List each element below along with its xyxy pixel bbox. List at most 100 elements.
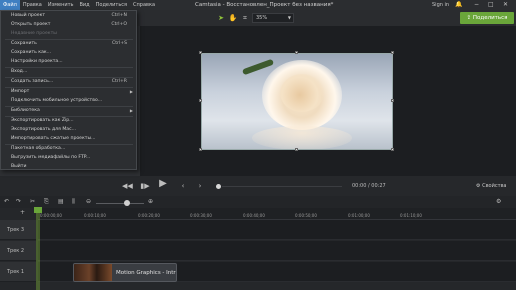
resize-handle[interactable] xyxy=(295,51,298,54)
resize-handle[interactable] xyxy=(391,99,394,102)
track-header-3[interactable]: Трек 3 xyxy=(0,220,36,240)
resize-handle[interactable] xyxy=(199,99,202,102)
timeline-clip[interactable]: Motion Graphics - Intr xyxy=(73,263,177,282)
menu-item-sign-in[interactable]: Вход... xyxy=(1,68,137,76)
notification-bell-icon[interactable]: 🔔 xyxy=(455,0,462,10)
play-frame-icon[interactable]: ▮▶ xyxy=(140,181,150,191)
track-lane-3[interactable] xyxy=(38,220,516,240)
resize-handle[interactable] xyxy=(295,148,298,151)
menu-item-save-as[interactable]: Сохранить как... xyxy=(1,49,137,57)
camtasia-window: Файл Правка Изменить Вид Поделиться Спра… xyxy=(0,0,516,290)
rose-center xyxy=(280,74,324,112)
resize-handle[interactable] xyxy=(391,148,394,151)
sign-in-link[interactable]: Sign in xyxy=(432,0,449,10)
redo-icon[interactable]: ↷ xyxy=(16,198,21,206)
menu-item-label: Сохранить как... xyxy=(11,50,52,55)
minimize-icon[interactable]: − xyxy=(474,0,479,10)
step-back-icon[interactable]: ◀◀ xyxy=(122,181,133,191)
resize-handle[interactable] xyxy=(391,51,394,54)
menu-item-recent-projects: Недавние проекты xyxy=(1,30,137,38)
ruler-tick: 0:01:00;00 xyxy=(348,213,370,218)
menu-item-export-mac[interactable]: Экспортировать для Mac... xyxy=(1,126,137,134)
menu-item-export-zip[interactable]: Экспортировать как Zip... xyxy=(1,117,137,125)
paste-icon[interactable]: ▤ xyxy=(58,198,64,206)
menu-item-new-recording[interactable]: Создать запись... Ctrl+R xyxy=(1,78,137,86)
zoom-out-icon[interactable]: ⊖ xyxy=(86,198,91,206)
menu-item-label: Подключить мобильное устройство... xyxy=(11,98,103,103)
zoom-select[interactable]: 35% ▼ xyxy=(252,13,294,23)
crop-icon[interactable]: ⌗ xyxy=(240,13,250,23)
timecode: 00:00 / 00:27 xyxy=(352,181,386,191)
menu-item-label: Вход... xyxy=(11,69,28,74)
menu-item-label: Выйти xyxy=(11,164,27,169)
share-button[interactable]: ⇪ Поделиться xyxy=(460,12,514,24)
copy-icon[interactable]: ⎘ xyxy=(44,198,49,206)
close-icon[interactable]: ✕ xyxy=(503,0,508,10)
next-icon[interactable]: › xyxy=(195,181,205,191)
menu-item-label: Недавние проекты xyxy=(11,31,57,36)
menu-item-label: Новый проект xyxy=(11,13,46,18)
menu-item-shortcut: Ctrl+N xyxy=(111,13,127,18)
menu-item-open-project[interactable]: Открыть проект Ctrl+O xyxy=(1,21,137,29)
playhead-handle[interactable] xyxy=(34,207,42,213)
chevron-down-icon: ▼ xyxy=(287,15,291,20)
track-header-2[interactable]: Трек 2 xyxy=(0,241,36,261)
menu-item-upload-ftp[interactable]: Выгрузить медиафайлы по FTP... xyxy=(1,154,137,162)
undo-icon[interactable]: ↶ xyxy=(4,198,9,206)
menu-item-save[interactable]: Сохранить Ctrl+S xyxy=(1,40,137,48)
pan-hand-icon[interactable]: ✋ xyxy=(228,13,238,23)
resize-handle[interactable] xyxy=(199,51,202,54)
menu-item-label: Сохранить xyxy=(11,41,37,46)
timecode-separator: / xyxy=(368,183,370,189)
add-track-icon[interactable]: + xyxy=(20,209,25,217)
zoom-in-icon[interactable]: ⊕ xyxy=(148,198,153,206)
menu-item-batch-production[interactable]: Пакетная обработка... xyxy=(1,145,137,153)
scrubber-handle[interactable] xyxy=(216,184,221,189)
clip-thumbnail xyxy=(74,264,112,281)
menu-item-label: Настройки проекта... xyxy=(11,59,63,64)
scrubber-track[interactable] xyxy=(222,186,342,187)
timeline-settings-icon[interactable]: ⚙ xyxy=(496,198,501,206)
zoom-value: 35% xyxy=(256,15,268,21)
menu-share[interactable]: Поделиться xyxy=(93,0,130,10)
menu-item-exit[interactable]: Выйти xyxy=(1,163,137,171)
timecode-current: 00:00 xyxy=(352,183,367,189)
ruler-tick: 0:00:30;00 xyxy=(190,213,212,218)
menu-file[interactable]: Файл xyxy=(0,0,20,10)
timeline-zoom-slider[interactable] xyxy=(124,200,130,206)
ruler-tick: 0:00:40;00 xyxy=(243,213,265,218)
menu-help[interactable]: Справка xyxy=(130,0,158,10)
timecode-total: 00:27 xyxy=(371,183,386,189)
menu-item-label: Импортировать сжатые проекты... xyxy=(11,136,96,141)
menu-item-label: Открыть проект xyxy=(11,22,51,27)
track-header-1[interactable]: Трек 1 xyxy=(0,262,36,282)
select-tool-icon[interactable]: ➤ xyxy=(216,13,226,23)
cut-icon[interactable]: ✂ xyxy=(30,198,35,206)
maximize-icon[interactable]: □ xyxy=(488,0,494,10)
menu-modify[interactable]: Изменить xyxy=(45,0,77,10)
menu-item-connect-mobile[interactable]: Подключить мобильное устройство... xyxy=(1,97,137,105)
menu-edit[interactable]: Правка xyxy=(20,0,45,10)
menu-item-import-zipped[interactable]: Импортировать сжатые проекты... xyxy=(1,135,137,143)
menu-item-new-project[interactable]: Новый проект Ctrl+N xyxy=(1,12,137,20)
timeline-zoom-track[interactable] xyxy=(96,203,144,204)
menu-item-label: Импорт xyxy=(11,89,30,94)
menu-item-library[interactable]: Библиотека ▶ xyxy=(1,107,137,115)
menu-item-project-settings[interactable]: Настройки проекта... xyxy=(1,58,137,66)
menu-item-label: Выгрузить медиафайлы по FTP... xyxy=(11,155,91,160)
menu-view[interactable]: Вид xyxy=(76,0,92,10)
ruler-tick: 0:01:10;00 xyxy=(400,213,422,218)
track-lane-2[interactable] xyxy=(38,241,516,261)
previous-icon[interactable]: ‹ xyxy=(178,181,188,191)
play-icon[interactable]: ▶ xyxy=(157,179,169,189)
resize-handle[interactable] xyxy=(199,148,202,151)
clip-label: Motion Graphics - Intr xyxy=(116,270,176,276)
menu-item-import[interactable]: Импорт ▶ xyxy=(1,88,137,96)
properties-button[interactable]: ⚙ Свойства xyxy=(476,181,507,191)
split-icon[interactable]: ⫼ xyxy=(72,198,75,206)
playhead[interactable] xyxy=(36,208,40,290)
rose-reflection xyxy=(252,126,352,149)
video-frame[interactable] xyxy=(201,53,393,150)
timeline-ruler[interactable] xyxy=(38,208,516,220)
file-menu-dropdown: Новый проект Ctrl+N Открыть проект Ctrl+O … xyxy=(0,10,137,170)
